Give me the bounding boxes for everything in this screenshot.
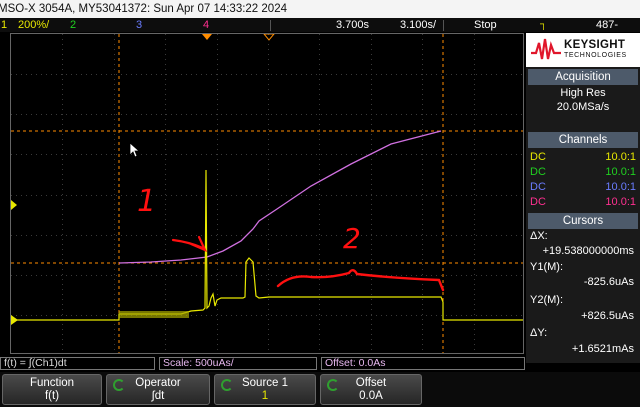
annotation-label-1: 1 — [137, 184, 157, 219]
ch1-probe: 10.0:1 — [605, 151, 636, 163]
ch1-ground-marker — [11, 315, 18, 325]
brand-subtitle: TECHNOLOGIES — [564, 52, 627, 59]
trigger-icon: ┐ — [540, 19, 548, 30]
annotation-arrow — [171, 235, 208, 253]
offset-softkey-value: 0.0A — [359, 390, 383, 402]
ch3-coupling: DC — [530, 181, 546, 193]
ch1-noise-band — [119, 311, 189, 318]
cursors-header[interactable]: Cursors — [528, 213, 638, 229]
trigger-marker — [202, 34, 212, 40]
math-scale: Scale: 500uAs/ — [159, 357, 317, 370]
ch1-number[interactable]: 1 — [1, 18, 7, 32]
delta-y-value: +1.6521mAs — [571, 343, 634, 355]
run-state[interactable]: Stop — [474, 18, 497, 32]
ch1-trace — [11, 169, 523, 321]
function-softkey-label: Function — [29, 377, 75, 389]
info-panel: KEYSIGHT TECHNOLOGIES Acquisition High R… — [526, 33, 640, 363]
ch3-probe: 10.0:1 — [605, 181, 636, 193]
y1-value: -825.6uAs — [583, 276, 634, 288]
ch2-coupling: DC — [530, 166, 546, 178]
math-expression: f(t) = ∫(Ch1)dt — [0, 357, 155, 370]
delta-x-value: +19.538000000ms — [542, 245, 634, 257]
operator-softkey[interactable]: Operator ∫dt — [106, 374, 210, 405]
y1-label: Y1(M): — [530, 261, 563, 273]
delta-x-label: ΔX: — [530, 230, 548, 242]
brand-name: KEYSIGHT — [564, 39, 626, 51]
brand-logo: KEYSIGHT TECHNOLOGIES — [526, 33, 640, 67]
ch3-number[interactable]: 3 — [136, 18, 142, 32]
ch1-scale[interactable]: 200%/ — [18, 18, 49, 32]
channel-strip: 1 200%/ 2 3 4 3.700s 3.100s/ Stop ┐ 487‐ — [0, 18, 640, 32]
source1-softkey[interactable]: Source 1 1 — [214, 374, 316, 405]
keysight-wave-icon — [531, 38, 561, 60]
rotate-knob-icon — [327, 379, 339, 391]
time-per-div[interactable]: 3.100s/ — [400, 18, 436, 32]
math-trace — [118, 130, 442, 264]
annotation-label-2: 2 — [343, 222, 361, 255]
window-title: MSO-X 3054A, MY53041372: Sun Apr 07 14:3… — [0, 3, 287, 15]
y2-value: +826.5uAs — [581, 310, 634, 322]
time-ref-marker — [263, 34, 275, 41]
ch4-coupling: DC — [530, 196, 546, 208]
math-ground-marker — [11, 200, 17, 210]
sample-rate: 20.0MSa/s — [556, 101, 610, 113]
rotate-knob-icon — [221, 379, 233, 391]
function-softkey[interactable]: Function f(t) — [2, 374, 102, 405]
channels-header[interactable]: Channels — [528, 132, 638, 148]
horizontal-position[interactable]: 3.700s — [336, 18, 369, 32]
ch4-probe: 10.0:1 — [605, 196, 636, 208]
ch1-coupling: DC — [530, 151, 546, 163]
channel-row-4[interactable]: DC 10.0:1 — [530, 195, 636, 209]
delta-y-label: ΔY: — [530, 327, 548, 339]
title-bar: MSO-X 3054A, MY53041372: Sun Apr 07 14:3… — [0, 0, 640, 18]
y2-label: Y2(M): — [530, 294, 563, 306]
channel-row-1[interactable]: DC 10.0:1 — [530, 150, 636, 164]
rotate-knob-icon — [113, 379, 125, 391]
trigger-level[interactable]: 487‐ — [596, 18, 618, 32]
operator-softkey-value: ∫dt — [151, 390, 165, 402]
ch4-number[interactable]: 4 — [203, 18, 209, 32]
offset-softkey[interactable]: Offset 0.0A — [320, 374, 422, 405]
waveform-display[interactable]: 1 2 — [10, 33, 524, 354]
channel-row-2[interactable]: DC 10.0:1 — [530, 165, 636, 179]
function-softkey-value: f(t) — [44, 390, 60, 402]
channel-row-3[interactable]: DC 10.0:1 — [530, 180, 636, 194]
ch2-probe: 10.0:1 — [605, 166, 636, 178]
math-offset: Offset: 0.0As — [321, 357, 525, 370]
ch2-number[interactable]: 2 — [70, 18, 76, 32]
softkey-bar: Function f(t) Operator ∫dt Source 1 1 Of… — [0, 372, 640, 407]
mouse-pointer-icon — [129, 142, 141, 158]
acquisition-mode: High Res — [560, 87, 606, 99]
status-line: f(t) = ∫(Ch1)dt Scale: 500uAs/ Offset: 0… — [0, 356, 525, 371]
acquisition-header[interactable]: Acquisition — [528, 69, 638, 85]
source1-softkey-value: 1 — [261, 390, 269, 402]
trace-layer — [11, 34, 523, 353]
annotation-underline — [276, 269, 445, 292]
